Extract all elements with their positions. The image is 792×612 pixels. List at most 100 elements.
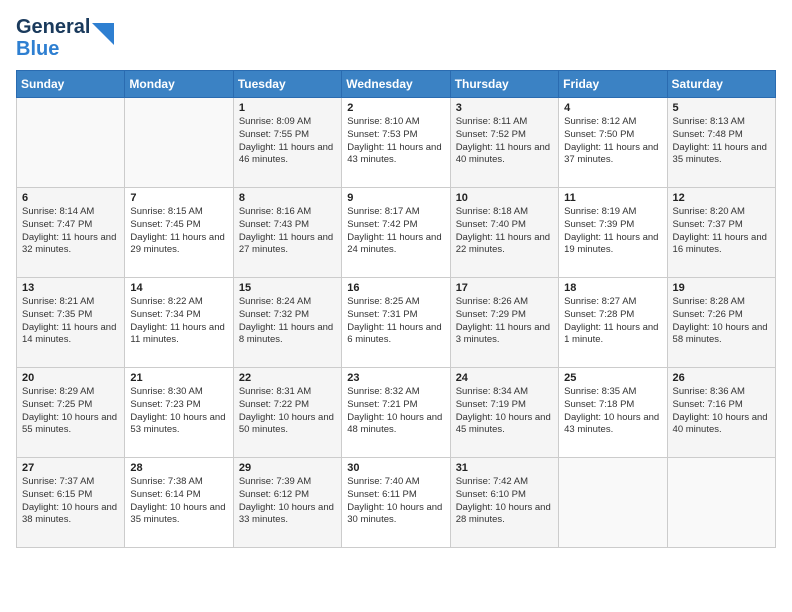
calendar-cell: 12 Sunrise: 8:20 AM Sunset: 7:37 PM Dayli… [667,188,775,278]
day-info: Sunrise: 8:28 AM Sunset: 7:26 PM Dayligh… [673,296,770,347]
day-number: 16 [347,282,444,294]
calendar-cell [125,98,233,188]
logo-arrow-icon [92,23,114,45]
day-number: 13 [22,282,119,294]
day-number: 28 [130,462,227,474]
day-info: Sunrise: 7:42 AM Sunset: 6:10 PM Dayligh… [456,476,553,527]
day-info: Sunrise: 8:29 AM Sunset: 7:25 PM Dayligh… [22,386,119,437]
calendar-cell: 21 Sunrise: 8:30 AM Sunset: 7:23 PM Dayli… [125,368,233,458]
day-info: Sunrise: 8:11 AM Sunset: 7:52 PM Dayligh… [456,116,553,167]
day-info: Sunrise: 7:38 AM Sunset: 6:14 PM Dayligh… [130,476,227,527]
calendar-cell: 18 Sunrise: 8:27 AM Sunset: 7:28 PM Dayli… [559,278,667,368]
day-number: 15 [239,282,336,294]
day-number: 31 [456,462,553,474]
day-number: 18 [564,282,661,294]
calendar-cell: 17 Sunrise: 8:26 AM Sunset: 7:29 PM Dayli… [450,278,558,368]
calendar-cell: 29 Sunrise: 7:39 AM Sunset: 6:12 PM Dayli… [233,458,341,548]
page-header: General Blue [16,16,776,60]
logo: General Blue [16,16,114,60]
day-number: 1 [239,102,336,114]
day-number: 14 [130,282,227,294]
weekday-header-row: SundayMondayTuesdayWednesdayThursdayFrid… [17,71,776,98]
day-info: Sunrise: 7:39 AM Sunset: 6:12 PM Dayligh… [239,476,336,527]
day-info: Sunrise: 8:27 AM Sunset: 7:28 PM Dayligh… [564,296,661,347]
day-number: 4 [564,102,661,114]
calendar-cell: 25 Sunrise: 8:35 AM Sunset: 7:18 PM Dayli… [559,368,667,458]
calendar-cell: 26 Sunrise: 8:36 AM Sunset: 7:16 PM Dayli… [667,368,775,458]
calendar-cell: 13 Sunrise: 8:21 AM Sunset: 7:35 PM Dayli… [17,278,125,368]
calendar-cell: 28 Sunrise: 7:38 AM Sunset: 6:14 PM Dayli… [125,458,233,548]
calendar-cell: 6 Sunrise: 8:14 AM Sunset: 7:47 PM Daylig… [17,188,125,278]
day-info: Sunrise: 8:17 AM Sunset: 7:42 PM Dayligh… [347,206,444,257]
calendar-cell: 19 Sunrise: 8:28 AM Sunset: 7:26 PM Dayli… [667,278,775,368]
calendar-cell: 15 Sunrise: 8:24 AM Sunset: 7:32 PM Dayli… [233,278,341,368]
calendar-cell: 4 Sunrise: 8:12 AM Sunset: 7:50 PM Daylig… [559,98,667,188]
day-info: Sunrise: 8:34 AM Sunset: 7:19 PM Dayligh… [456,386,553,437]
day-number: 25 [564,372,661,384]
day-info: Sunrise: 8:24 AM Sunset: 7:32 PM Dayligh… [239,296,336,347]
day-number: 17 [456,282,553,294]
calendar-cell: 31 Sunrise: 7:42 AM Sunset: 6:10 PM Dayli… [450,458,558,548]
calendar-cell: 27 Sunrise: 7:37 AM Sunset: 6:15 PM Dayli… [17,458,125,548]
day-number: 19 [673,282,770,294]
day-number: 20 [22,372,119,384]
day-info: Sunrise: 8:12 AM Sunset: 7:50 PM Dayligh… [564,116,661,167]
calendar-cell: 7Sunrise: 8:15 AM Sunset: 7:45 PM Daylig… [125,188,233,278]
calendar-cell: 10 Sunrise: 8:18 AM Sunset: 7:40 PM Dayli… [450,188,558,278]
calendar-cell: 5Sunrise: 8:13 AM Sunset: 7:48 PM Daylig… [667,98,775,188]
calendar-week-5: 27 Sunrise: 7:37 AM Sunset: 6:15 PM Dayli… [17,458,776,548]
day-number: 26 [673,372,770,384]
calendar-cell: 16 Sunrise: 8:25 AM Sunset: 7:31 PM Dayli… [342,278,450,368]
calendar-cell: 1 Sunrise: 8:09 AM Sunset: 7:55 PM Daylig… [233,98,341,188]
day-info: Sunrise: 8:35 AM Sunset: 7:18 PM Dayligh… [564,386,661,437]
calendar-cell: 30 Sunrise: 7:40 AM Sunset: 6:11 PM Dayli… [342,458,450,548]
day-info: Sunrise: 8:21 AM Sunset: 7:35 PM Dayligh… [22,296,119,347]
weekday-header-monday: Monday [125,71,233,98]
calendar-cell: 11Sunrise: 8:19 AM Sunset: 7:39 PM Dayli… [559,188,667,278]
calendar-cell: 24 Sunrise: 8:34 AM Sunset: 7:19 PM Dayli… [450,368,558,458]
weekday-header-thursday: Thursday [450,71,558,98]
day-info: Sunrise: 7:40 AM Sunset: 6:11 PM Dayligh… [347,476,444,527]
calendar-cell: 9 Sunrise: 8:17 AM Sunset: 7:42 PM Daylig… [342,188,450,278]
day-info: Sunrise: 8:22 AM Sunset: 7:34 PM Dayligh… [130,296,227,347]
calendar-week-1: 1 Sunrise: 8:09 AM Sunset: 7:55 PM Daylig… [17,98,776,188]
calendar-cell: 14 Sunrise: 8:22 AM Sunset: 7:34 PM Dayli… [125,278,233,368]
calendar-week-4: 20 Sunrise: 8:29 AM Sunset: 7:25 PM Dayli… [17,368,776,458]
day-info: Sunrise: 8:26 AM Sunset: 7:29 PM Dayligh… [456,296,553,347]
day-number: 12 [673,192,770,204]
day-number: 21 [130,372,227,384]
day-info: Sunrise: 8:36 AM Sunset: 7:16 PM Dayligh… [673,386,770,437]
logo-line2: Blue [16,38,90,60]
day-info: Sunrise: 8:30 AM Sunset: 7:23 PM Dayligh… [130,386,227,437]
day-number: 10 [456,192,553,204]
day-number: 22 [239,372,336,384]
day-number: 27 [22,462,119,474]
day-number: 5 [673,102,770,114]
weekday-header-sunday: Sunday [17,71,125,98]
calendar-cell: 23Sunrise: 8:32 AM Sunset: 7:21 PM Dayli… [342,368,450,458]
weekday-header-wednesday: Wednesday [342,71,450,98]
weekday-header-friday: Friday [559,71,667,98]
day-info: Sunrise: 8:31 AM Sunset: 7:22 PM Dayligh… [239,386,336,437]
day-info: Sunrise: 8:09 AM Sunset: 7:55 PM Dayligh… [239,116,336,167]
day-number: 24 [456,372,553,384]
day-info: Sunrise: 8:25 AM Sunset: 7:31 PM Dayligh… [347,296,444,347]
day-info: Sunrise: 7:37 AM Sunset: 6:15 PM Dayligh… [22,476,119,527]
weekday-header-tuesday: Tuesday [233,71,341,98]
day-info: Sunrise: 8:14 AM Sunset: 7:47 PM Dayligh… [22,206,119,257]
calendar-cell: 3 Sunrise: 8:11 AM Sunset: 7:52 PM Daylig… [450,98,558,188]
day-info: Sunrise: 8:20 AM Sunset: 7:37 PM Dayligh… [673,206,770,257]
day-number: 30 [347,462,444,474]
day-number: 2 [347,102,444,114]
day-info: Sunrise: 8:18 AM Sunset: 7:40 PM Dayligh… [456,206,553,257]
day-number: 29 [239,462,336,474]
day-info: Sunrise: 8:16 AM Sunset: 7:43 PM Dayligh… [239,206,336,257]
day-number: 6 [22,192,119,204]
calendar-cell [667,458,775,548]
calendar-cell: 8 Sunrise: 8:16 AM Sunset: 7:43 PM Daylig… [233,188,341,278]
day-info: Sunrise: 8:32 AM Sunset: 7:21 PM Dayligh… [347,386,444,437]
day-number: 3 [456,102,553,114]
day-number: 9 [347,192,444,204]
day-number: 8 [239,192,336,204]
logo-line1: General [16,16,90,38]
